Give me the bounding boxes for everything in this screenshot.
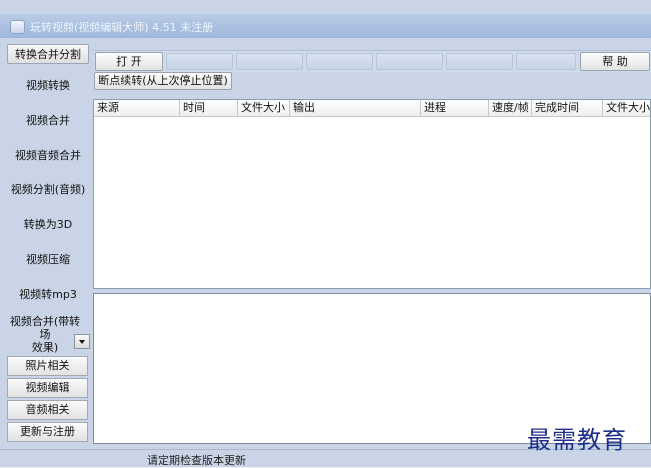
- column-header-source[interactable]: 来源: [94, 100, 180, 116]
- update-register-button[interactable]: 更新与注册: [7, 422, 88, 442]
- table-header: 来源 时间 文件大小 输出 进程 速度/帧 完成时间 文件大小: [94, 100, 650, 117]
- sidebar-item-video-merge[interactable]: 视频合并: [6, 112, 90, 128]
- audio-related-button[interactable]: 音频相关: [7, 400, 88, 420]
- window-title: 玩转视频(视频编辑大师) 4.51 未注册: [30, 21, 214, 34]
- sidebar-item-video-split[interactable]: 视频分割(音频): [6, 181, 90, 197]
- sidebar: 转换合并分割 视频转换 视频合并 视频音频合并 视频分割(音频) 转换为3D 视…: [6, 44, 90, 444]
- resume-from-last-stop-button[interactable]: 断点续转(从上次停止位置): [94, 72, 232, 90]
- watermark: 最需教育: [527, 426, 627, 454]
- open-button[interactable]: 打 开: [95, 52, 163, 71]
- column-header-finish-time[interactable]: 完成时间: [532, 100, 603, 116]
- title-bar: 玩转视频(视频编辑大师) 4.51 未注册: [0, 14, 651, 38]
- toolbar-disabled-button: [446, 53, 513, 70]
- merge-transition-line2: 效果): [31, 341, 59, 354]
- sidebar-item-video-compress[interactable]: 视频压缩: [6, 251, 90, 267]
- sidebar-item-merge-transition[interactable]: 视频合并(带转场 效果): [6, 315, 84, 354]
- photo-related-button[interactable]: 照片相关: [7, 356, 88, 376]
- sidebar-item-convert-3d[interactable]: 转换为3D: [6, 216, 90, 232]
- help-button[interactable]: 帮 助: [580, 52, 650, 71]
- column-header-time[interactable]: 时间: [180, 100, 238, 116]
- sidebar-item-video-to-mp3[interactable]: 视频转mp3: [6, 286, 90, 302]
- column-header-progress[interactable]: 进程: [421, 100, 489, 116]
- toolbar-disabled-button: [376, 53, 443, 70]
- sidebar-item-video-convert[interactable]: 视频转换: [6, 77, 90, 93]
- toolbar-disabled-button: [236, 53, 303, 70]
- file-list-table[interactable]: 来源 时间 文件大小 输出 进程 速度/帧 完成时间 文件大小: [93, 99, 651, 289]
- sidebar-item-video-audio-merge[interactable]: 视频音频合并: [6, 147, 90, 163]
- video-edit-button[interactable]: 视频编辑: [7, 378, 88, 398]
- toolbar-disabled-button: [306, 53, 373, 70]
- column-header-file-size[interactable]: 文件大小: [238, 100, 290, 116]
- column-header-output-size[interactable]: 文件大小: [603, 100, 650, 116]
- toolbar-disabled-button: [166, 53, 233, 70]
- app-window: 玩转视频(视频编辑大师) 4.51 未注册 转换合并分割 视频转换 视频合并 视…: [0, 0, 651, 467]
- chevron-down-icon[interactable]: [74, 334, 90, 349]
- merge-transition-line1: 视频合并(带转场: [9, 315, 81, 341]
- column-header-output[interactable]: 输出: [290, 100, 421, 116]
- column-header-speed-fps[interactable]: 速度/帧: [489, 100, 532, 116]
- app-icon: [10, 20, 25, 34]
- sidebar-tab-convert-merge-split[interactable]: 转换合并分割: [7, 44, 89, 64]
- toolbar-disabled-button: [516, 53, 576, 70]
